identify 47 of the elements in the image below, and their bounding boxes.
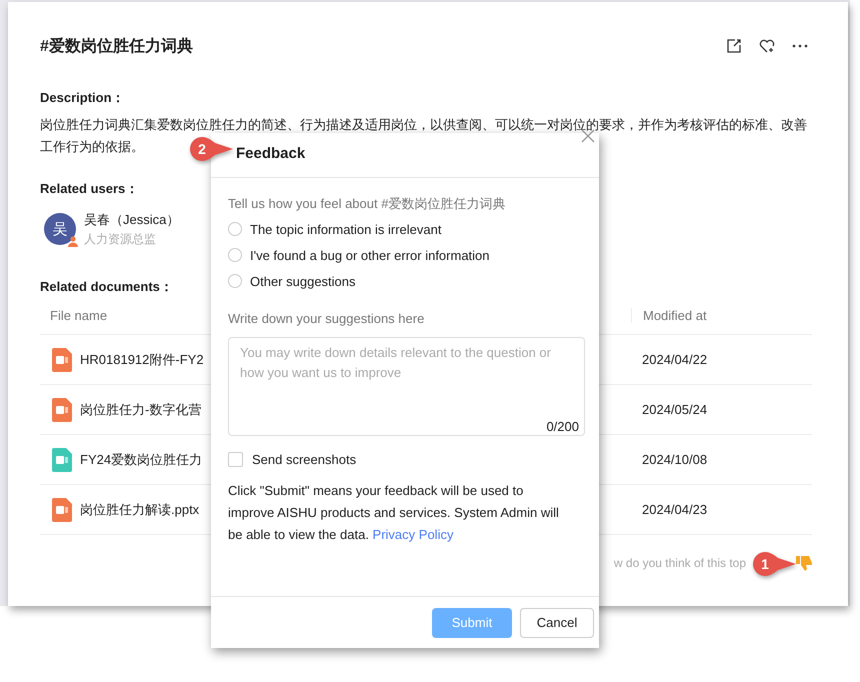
table-cell-text: 2024/05/24 <box>641 402 708 417</box>
notice-text: Click "Submit" means your feedback will be used to improve AISHU products and services. System Admin will be able to view the data. Privacy Policy <box>228 482 560 544</box>
dialog-prompt: Tell us how you feel about #爱数岗位胜任力词典 <box>228 195 506 213</box>
close-icon[interactable] <box>581 129 595 143</box>
table-cell-text: 2024/04/23 <box>641 502 708 517</box>
topic-title: #爱数岗位胜任力词典 <box>40 36 193 56</box>
description-text: 工作行为的依据。 <box>40 138 144 156</box>
privacy-policy-link[interactable]: Privacy Policy <box>372 527 454 542</box>
checkbox[interactable] <box>228 452 243 466</box>
user-icon <box>68 236 80 247</box>
dialog-title: Feedback <box>236 144 306 162</box>
file-name[interactable]: FY24爱数岗位胜任力 <box>80 450 202 468</box>
thumbs-down-icon[interactable] <box>796 556 812 570</box>
callout-marker: 1 <box>752 551 798 577</box>
file-name[interactable]: 岗位胜任力-数字化营 <box>80 400 202 418</box>
file-name[interactable]: 岗位胜任力解读.pptx <box>80 500 200 518</box>
callout-marker: 2 <box>189 136 235 162</box>
option-label[interactable]: I've found a bug or other error information <box>250 248 490 262</box>
option-label[interactable]: The topic information is irrelevant <box>250 222 442 236</box>
radio-button[interactable] <box>228 248 242 262</box>
character-counter: 0/200 <box>546 419 579 434</box>
file-icon <box>52 448 72 472</box>
section-label: Related users： <box>40 180 138 198</box>
column-header: Modified at <box>631 308 707 323</box>
field-label: Write down your suggestions here <box>228 310 426 328</box>
more-icon[interactable] <box>792 44 808 48</box>
heart-plus-icon[interactable] <box>758 38 776 54</box>
column-header: File name <box>50 308 108 323</box>
option-label[interactable]: Other suggestions <box>250 274 356 288</box>
table-cell-text: 2024/04/22 <box>641 352 708 367</box>
radio-button[interactable] <box>228 274 242 288</box>
file-icon <box>52 398 72 422</box>
section-label: Description： <box>40 89 125 107</box>
user-name: 吴春（Jessica） <box>84 211 180 229</box>
file-icon <box>52 498 72 522</box>
table-cell-text: 2024/10/08 <box>641 452 708 467</box>
description-text: 岗位胜任力词典汇集爱数岗位胜任力的简述、行为描述及适用岗位，以供查阅、可以统一对岗位的要求，并作为考核评估的标准、改善 <box>40 116 807 134</box>
cancel-button[interactable]: Cancel <box>520 608 594 638</box>
rating-prompt: w do you think of this top <box>614 556 746 570</box>
checkbox-label[interactable]: Send screenshots <box>252 452 356 466</box>
radio-button[interactable] <box>228 222 242 236</box>
file-icon <box>52 348 72 372</box>
file-name[interactable]: HR0181912附件-FY2 <box>80 350 204 368</box>
user-role: 人力资源总监 <box>84 231 157 248</box>
edit-icon[interactable] <box>726 38 742 54</box>
user-avatar: 吴 <box>44 213 76 245</box>
section-label: Related documents： <box>40 278 173 296</box>
